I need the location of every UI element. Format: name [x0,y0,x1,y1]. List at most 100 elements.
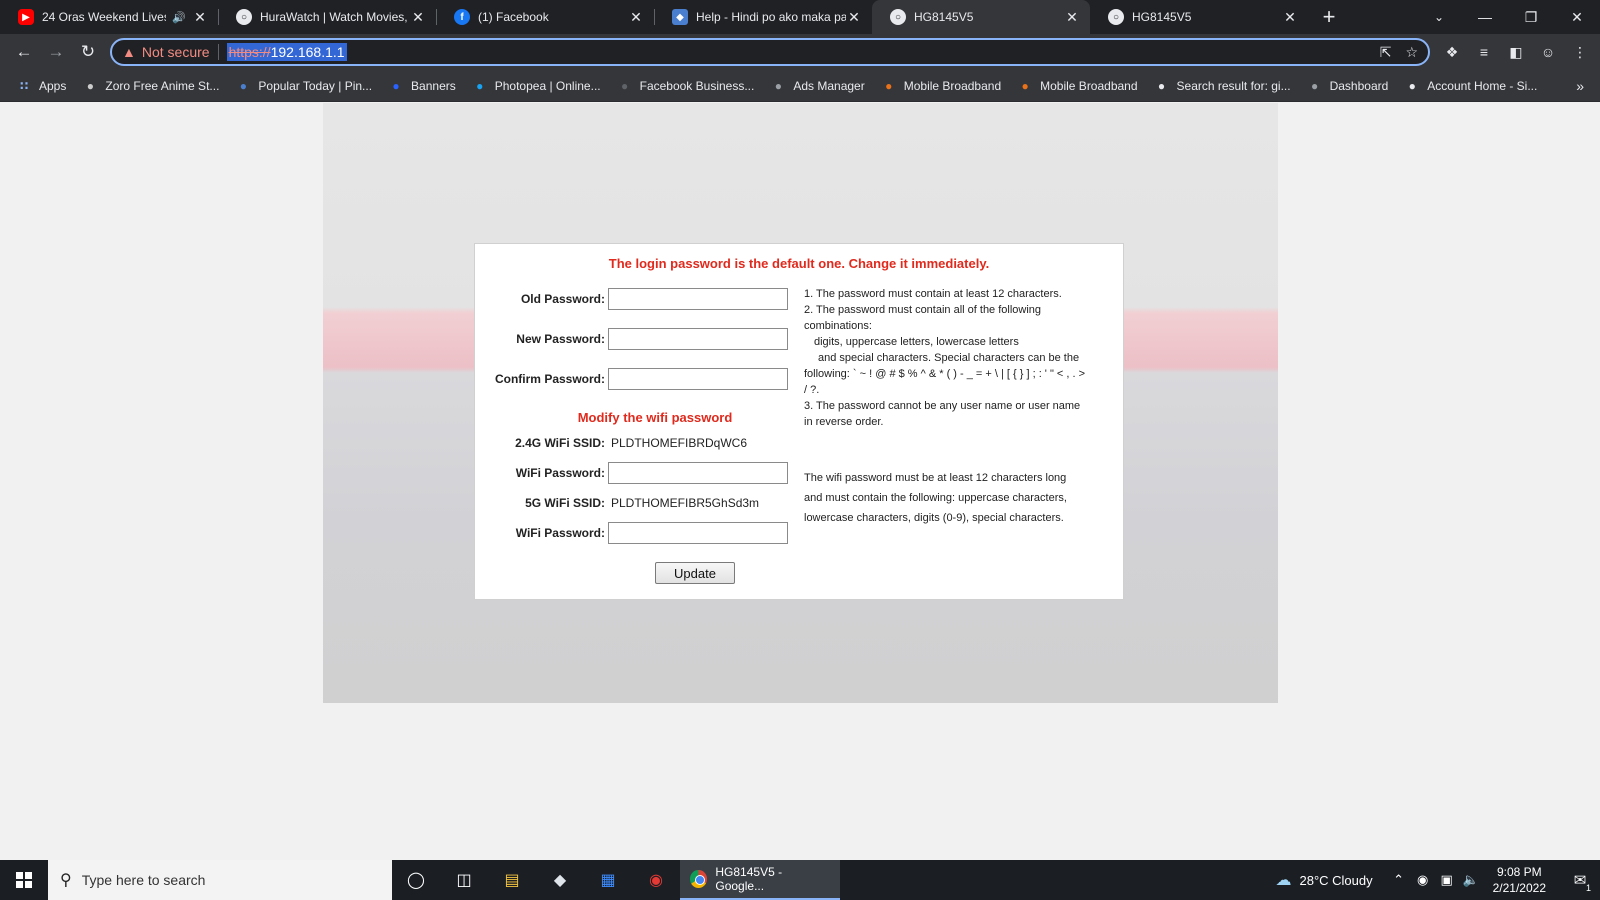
wifi-password-24-input[interactable] [608,462,788,484]
cortana-circle-icon[interactable]: ◯ [392,860,440,900]
rule-2: 2. The password must contain all of the … [804,304,1042,332]
system-tray: ☁ 28°C Cloudy ⌃ ◉ ▣ 🔈 9:08 PM 2/21/2022 … [1275,860,1600,900]
ssid-5-row: 5G WiFi SSID: PLDTHOMEFIBR5GhSd3m [475,492,759,514]
browser-tab[interactable]: ▶ 24 Oras Weekend Livestre 🔊 ✕ [0,0,218,34]
bookmark-label: Mobile Broadband [1040,78,1138,93]
weather-text[interactable]: 28°C Cloudy [1299,873,1372,888]
close-icon[interactable]: ✕ [1064,9,1080,26]
notifications-icon[interactable]: ✉ 1 [1560,871,1600,893]
task-view-icon[interactable]: ◫ [440,860,488,900]
bookmark-label: Account Home - Si... [1427,78,1538,93]
tab-search-chevron-icon[interactable]: ⌄ [1416,0,1462,34]
rule-3: 3. The password cannot be any user name … [804,400,1081,428]
ssid-24-row: 2.4G WiFi SSID: PLDTHOMEFIBRDqWC6 [475,432,747,454]
bookmark-star-icon[interactable]: ☆ [1405,44,1418,61]
close-icon[interactable]: ✕ [1282,9,1298,26]
url-text[interactable]: https://192.168.1.1 [226,43,347,61]
close-icon[interactable]: ✕ [628,9,644,26]
security-status-label[interactable]: Not secure [142,44,210,60]
old-password-input[interactable] [608,288,788,310]
minimize-icon[interactable]: — [1462,0,1508,34]
bookmark-label: Apps [39,78,67,93]
bookmark-item[interactable]: ● Account Home - Si... [1396,72,1545,100]
omnibox-actions: ⇱ ☆ [1380,44,1418,61]
bookmark-item[interactable]: ● Zoro Free Anime St... [74,72,227,100]
bookmark-item[interactable]: ● Banners [380,72,464,100]
broadband-icon: ● [1021,78,1029,93]
photopea-icon: ● [476,78,484,93]
taskbar-search-box[interactable]: ⚲ Type here to search [48,860,392,900]
bookmark-item[interactable]: ● Facebook Business... [609,72,763,100]
globe-icon: ○ [236,9,252,25]
browser-tab[interactable]: ○ HG8145V5 ✕ [872,0,1090,34]
browser-tab[interactable]: ○ HuraWatch | Watch Movies, T ✕ [218,0,436,34]
bookmark-label: Dashboard [1329,78,1389,93]
address-bar[interactable]: ▲ Not secure https://192.168.1.1 ⇱ ☆ [110,38,1430,66]
ssid-5-label: 5G WiFi SSID: [525,496,605,510]
close-icon[interactable]: ✕ [846,9,862,26]
password-rules: 1. The password must contain at least 12… [804,286,1086,430]
tab-title: HuraWatch | Watch Movies, T [260,10,410,24]
bookmark-item[interactable]: ● Mobile Broadband [1009,72,1145,100]
tray-chevron-up-icon[interactable]: ⌃ [1387,872,1411,888]
file-explorer-icon[interactable]: ▤ [488,860,536,900]
wifi-password-5-label: WiFi Password: [515,526,605,540]
forward-arrow-icon[interactable]: → [40,38,72,66]
roblox-icon[interactable]: ◆ [536,860,584,900]
reading-list-icon[interactable]: ≡ [1472,40,1496,64]
update-button[interactable]: Update [655,562,735,584]
reload-icon[interactable]: ↻ [72,38,104,66]
browser-tab[interactable]: ○ HG8145V5 ✕ [1090,0,1308,34]
close-icon[interactable]: ✕ [410,9,426,26]
profile-avatar-icon[interactable]: ☺ [1536,40,1560,64]
meet-now-icon[interactable]: ◉ [1411,872,1435,888]
bookmark-label: Zoro Free Anime St... [105,78,220,93]
bookmark-item[interactable]: ● Mobile Broadband [873,72,1009,100]
change-password-dialog: The login password is the default one. C… [474,243,1124,600]
clock[interactable]: 9:08 PM 2/21/2022 [1483,864,1560,896]
bookmark-item[interactable]: ∷ Apps [8,72,74,100]
wifi-password-5-row: WiFi Password: [475,522,788,544]
ssid-24-label: 2.4G WiFi SSID: [515,436,605,450]
browser-tab[interactable]: f (1) Facebook ✕ [436,0,654,34]
red-app-icon[interactable]: ◉ [632,860,680,900]
bookmarks-overflow-chevron-icon[interactable]: » [1568,78,1592,94]
extensions-puzzle-icon[interactable]: ❖ [1440,40,1464,64]
store-icon[interactable]: ▦ [584,860,632,900]
menu-kebab-icon[interactable]: ⋮ [1568,40,1592,64]
back-arrow-icon[interactable]: ← [8,38,40,66]
volume-icon[interactable]: 🔈 [1459,872,1483,888]
window-controls: ⌄ — ❐ ✕ [1416,0,1600,34]
new-password-input[interactable] [608,328,788,350]
bookmark-item[interactable]: ● Popular Today | Pin... [227,72,380,100]
bookmark-item[interactable]: ● Search result for: gi... [1146,72,1299,100]
taskbar-chrome-window[interactable]: HG8145V5 - Google... [680,860,840,900]
close-icon[interactable]: ✕ [192,9,208,26]
new-tab-button[interactable]: + [1312,0,1346,34]
rule-2-detail-b: and special characters. Special characte… [804,352,1086,396]
rule-1: 1. The password must contain at least 12… [804,288,1062,300]
old-password-label: Old Password: [520,292,605,306]
bookmark-item[interactable]: ● Ads Manager [762,72,872,100]
side-panel-icon[interactable]: ◧ [1504,40,1528,64]
start-button[interactable] [0,860,48,900]
facebook-business-icon: ● [620,78,629,93]
wifi-password-5-input[interactable] [608,522,788,544]
window-close-icon[interactable]: ✕ [1554,0,1600,34]
restore-icon[interactable]: ❐ [1508,0,1554,34]
speaker-icon[interactable]: 🔊 [172,11,186,24]
browser-tab[interactable]: ◆ Help - Hindi po ako maka pa ✕ [654,0,872,34]
cloud-weather-icon[interactable]: ☁ [1275,870,1291,890]
warning-triangle-icon: ▲ [122,44,136,60]
tab-title: 24 Oras Weekend Livestre [42,10,166,24]
bookmark-item[interactable]: ● Photopea | Online... [464,72,609,100]
url-scheme: https:// [228,44,271,60]
confirm-password-input[interactable] [608,368,788,390]
toolbar-right: ❖ ≡ ◧ ☺ ⋮ [1440,40,1592,64]
windows-logo-icon [16,872,32,888]
bookmark-item[interactable]: ● Dashboard [1299,72,1397,100]
youtube-icon: ▶ [18,9,34,25]
share-icon[interactable]: ⇱ [1380,44,1392,61]
network-icon[interactable]: ▣ [1435,872,1459,888]
notification-count: 1 [1585,883,1591,893]
